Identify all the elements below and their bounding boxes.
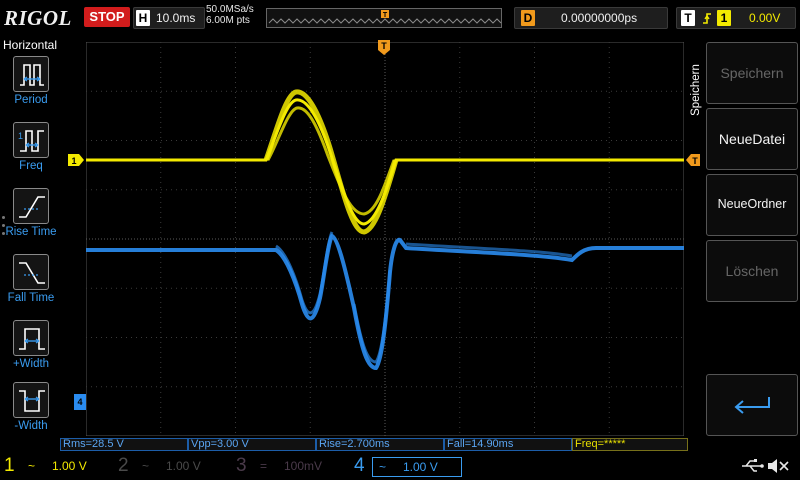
run-stop-status[interactable]: STOP xyxy=(84,7,130,27)
top-status-bar: RIGOL STOP H 10.0ms 50.0MSa/s 6.00M pts … xyxy=(0,0,800,36)
measurement-rise[interactable]: Rise=2.700ms xyxy=(316,438,444,451)
measure-rise-time-button[interactable]: Rise Time xyxy=(0,188,62,250)
delay-key: D xyxy=(521,10,535,26)
trigger-position-marker[interactable]: T xyxy=(378,40,390,56)
enter-button[interactable] xyxy=(706,374,798,436)
enter-return-icon xyxy=(734,397,770,414)
channel-1-number: 1 xyxy=(4,455,15,476)
trigger-level: 0.00V xyxy=(749,11,781,25)
measurement-frequency[interactable]: Freq=***** xyxy=(572,438,688,451)
timebase-box[interactable]: H 10.0ms xyxy=(133,7,205,29)
trigger-source: 1 xyxy=(717,10,731,26)
channel-3-number: 3 xyxy=(236,455,247,476)
channel-1-coupling: ~ xyxy=(28,459,36,473)
menu-tab: Speichern xyxy=(688,44,704,148)
channel-4-number: 4 xyxy=(354,455,365,476)
delay-value: 0.00000000ps xyxy=(561,11,638,25)
channel-1-marker-label: 1 xyxy=(71,156,76,166)
channel-4-marker-label: 4 xyxy=(77,397,82,407)
measurement-rms[interactable]: Rms=28.5 V xyxy=(60,438,188,451)
save-button[interactable]: Speichern xyxy=(706,42,798,104)
menu-item-label: Rise Time xyxy=(5,226,57,238)
menu-title: Horizontal xyxy=(3,38,58,52)
acquisition-info: 50.0MSa/s 6.00M pts xyxy=(206,4,254,26)
horizontal-measure-menu: Horizontal Period 1 Freq Rise Time Fall xyxy=(0,36,62,446)
system-status-icons xyxy=(740,456,796,476)
channel-4-offset-marker[interactable]: 4 xyxy=(74,394,86,410)
delete-button-label: Löschen xyxy=(725,263,779,279)
negative-width-icon xyxy=(13,382,49,418)
horizontal-key: H xyxy=(136,10,150,26)
menu-item-label: -Width xyxy=(14,420,48,432)
memory-trigger-marker: T xyxy=(383,12,388,19)
sample-rate: 50.0MSa/s xyxy=(206,4,254,15)
channel-1-ground-marker[interactable]: 1 xyxy=(68,154,84,166)
channel-2-coupling: ~ xyxy=(142,459,150,473)
channel-2-status[interactable]: 2 ~ 1.00 V xyxy=(114,454,232,478)
new-file-button[interactable]: NeueDatei xyxy=(706,108,798,170)
channel-3-status[interactable]: 3 = 100mV xyxy=(232,454,350,478)
speaker-muted-icon xyxy=(768,459,789,473)
oscilloscope-screen: RIGOL STOP H 10.0ms 50.0MSa/s 6.00M pts … xyxy=(0,0,800,480)
menu-item-label: Freq xyxy=(19,160,43,172)
measurement-fall[interactable]: Fall=14.90ms xyxy=(444,438,572,451)
fall-time-icon xyxy=(13,254,49,290)
memory-position-bar[interactable]: T xyxy=(266,8,502,28)
channel-2-number: 2 xyxy=(118,455,129,476)
channel-1-status[interactable]: 1 ~ 1.00 V xyxy=(0,454,114,478)
measure-negative-width-button[interactable]: -Width xyxy=(0,382,62,444)
measure-frequency-button[interactable]: 1 Freq xyxy=(0,122,62,184)
save-button-label: Speichern xyxy=(720,65,784,81)
brand-logo: RIGOL xyxy=(4,6,72,30)
delete-button[interactable]: Löschen xyxy=(706,240,798,302)
channel-3-coupling: = xyxy=(260,459,268,473)
menu-item-label: +Width xyxy=(12,358,50,370)
memory-depth: 6.00M pts xyxy=(206,15,250,26)
measurement-bar: Rms=28.5 V Vpp=3.00 V Rise=2.700ms Fall=… xyxy=(60,438,688,451)
menu-tab-label: Speichern xyxy=(690,64,702,116)
channel-4-scale: 1.00 V xyxy=(403,460,438,474)
channel-1-scale: 1.00 V xyxy=(52,459,87,473)
channel-4-status[interactable]: 4 ~ 1.00 V xyxy=(350,454,472,478)
timebase-value: 10.0ms xyxy=(156,11,196,25)
waveform-display[interactable] xyxy=(86,42,684,436)
frequency-icon: 1 xyxy=(13,122,49,158)
measure-period-button[interactable]: Period xyxy=(0,56,62,118)
rise-time-icon xyxy=(13,188,49,224)
menu-item-label: Fall Time xyxy=(7,292,55,304)
rising-edge-icon xyxy=(703,13,711,24)
period-icon xyxy=(13,56,49,92)
positive-width-icon xyxy=(13,320,49,356)
channel-2-scale: 1.00 V xyxy=(166,459,201,473)
delay-box[interactable]: D 0.00000000ps xyxy=(514,7,668,29)
channel-4-coupling: ~ xyxy=(379,460,387,474)
measure-fall-time-button[interactable]: Fall Time xyxy=(0,254,62,316)
trigger-position-label: T xyxy=(381,41,387,51)
trigger-box[interactable]: T 1 0.00V xyxy=(676,7,796,29)
new-folder-button[interactable]: NeueOrdner xyxy=(706,174,798,236)
usb-icon xyxy=(742,459,764,472)
new-file-button-label: NeueDatei xyxy=(718,131,786,147)
channel-bar: 1 ~ 1.00 V 2 ~ 1.00 V 3 = 100mV 4 ~ 1.00… xyxy=(0,452,800,480)
svg-text:1: 1 xyxy=(18,131,23,141)
trigger-key: T xyxy=(681,10,695,26)
new-folder-button-label: NeueOrdner xyxy=(717,197,787,211)
menu-item-label: Period xyxy=(14,94,48,106)
save-menu: Speichern Speichern NeueDatei NeueOrdner… xyxy=(686,36,800,446)
measure-positive-width-button[interactable]: +Width xyxy=(0,320,62,382)
channel-3-scale: 100mV xyxy=(284,459,323,473)
measurement-vpp[interactable]: Vpp=3.00 V xyxy=(188,438,316,451)
